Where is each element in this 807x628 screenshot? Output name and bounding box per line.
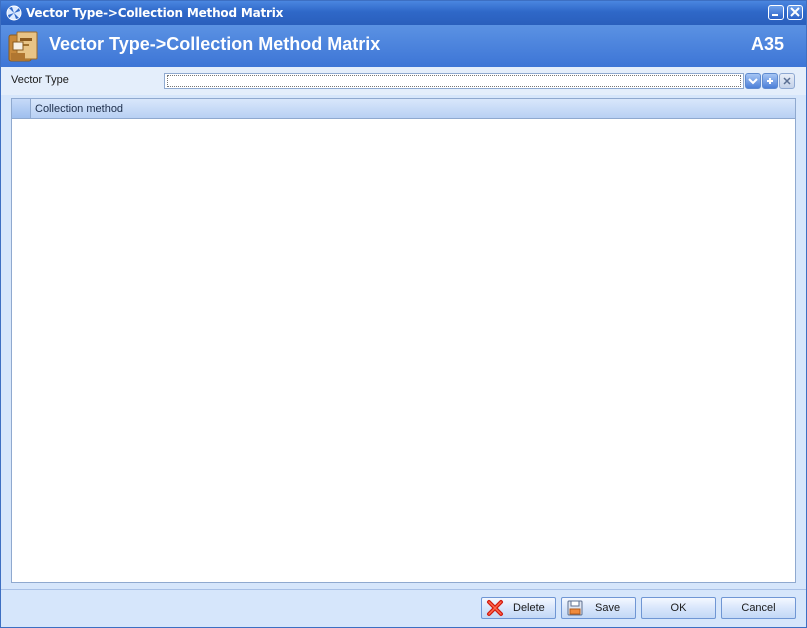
vector-type-label: Vector Type (11, 74, 69, 86)
vector-type-row: Vector Type (1, 67, 806, 95)
delete-label: Delete (513, 602, 545, 614)
folder-documents-icon (7, 29, 41, 63)
plus-icon (767, 78, 773, 84)
header-band: Vector Type->Collection Method Matrix A3… (1, 25, 806, 67)
page-title: Vector Type->Collection Method Matrix (49, 34, 381, 54)
x-icon (783, 77, 791, 85)
window-title: Vector Type->Collection Method Matrix (26, 6, 284, 20)
ok-button[interactable]: OK (641, 597, 716, 619)
windmill-icon (6, 5, 22, 21)
cancel-button[interactable]: Cancel (721, 597, 796, 619)
vector-type-add-button[interactable] (762, 73, 778, 89)
vector-type-dropdown-button[interactable] (745, 73, 761, 89)
vector-type-value[interactable] (167, 75, 741, 87)
minimize-icon (772, 14, 778, 16)
cancel-label: Cancel (741, 602, 776, 614)
select-all-header[interactable] (12, 99, 31, 118)
window: Vector Type->Collection Method Matrix Ve… (0, 0, 807, 628)
collection-method-grid[interactable]: Collection method (11, 98, 796, 583)
close-button[interactable] (787, 5, 803, 20)
ok-label: OK (670, 602, 687, 614)
floppy-disk-icon (566, 599, 584, 617)
red-x-icon (486, 599, 504, 617)
delete-button[interactable]: Delete (481, 597, 556, 619)
vector-type-clear-button[interactable] (779, 73, 795, 89)
save-label: Save (595, 602, 621, 614)
column-header-collection-method[interactable]: Collection method (35, 103, 123, 115)
save-button[interactable]: Save (561, 597, 636, 619)
grid-header: Collection method (12, 99, 795, 119)
title-bar[interactable]: Vector Type->Collection Method Matrix (1, 1, 806, 25)
minimize-button[interactable] (768, 5, 784, 20)
chevron-down-icon (748, 78, 758, 85)
screen-code: A35 (750, 34, 784, 54)
vector-type-combo[interactable] (164, 73, 744, 89)
footer-bar: Delete Save OK Cancel (1, 589, 806, 627)
close-icon (790, 7, 800, 17)
